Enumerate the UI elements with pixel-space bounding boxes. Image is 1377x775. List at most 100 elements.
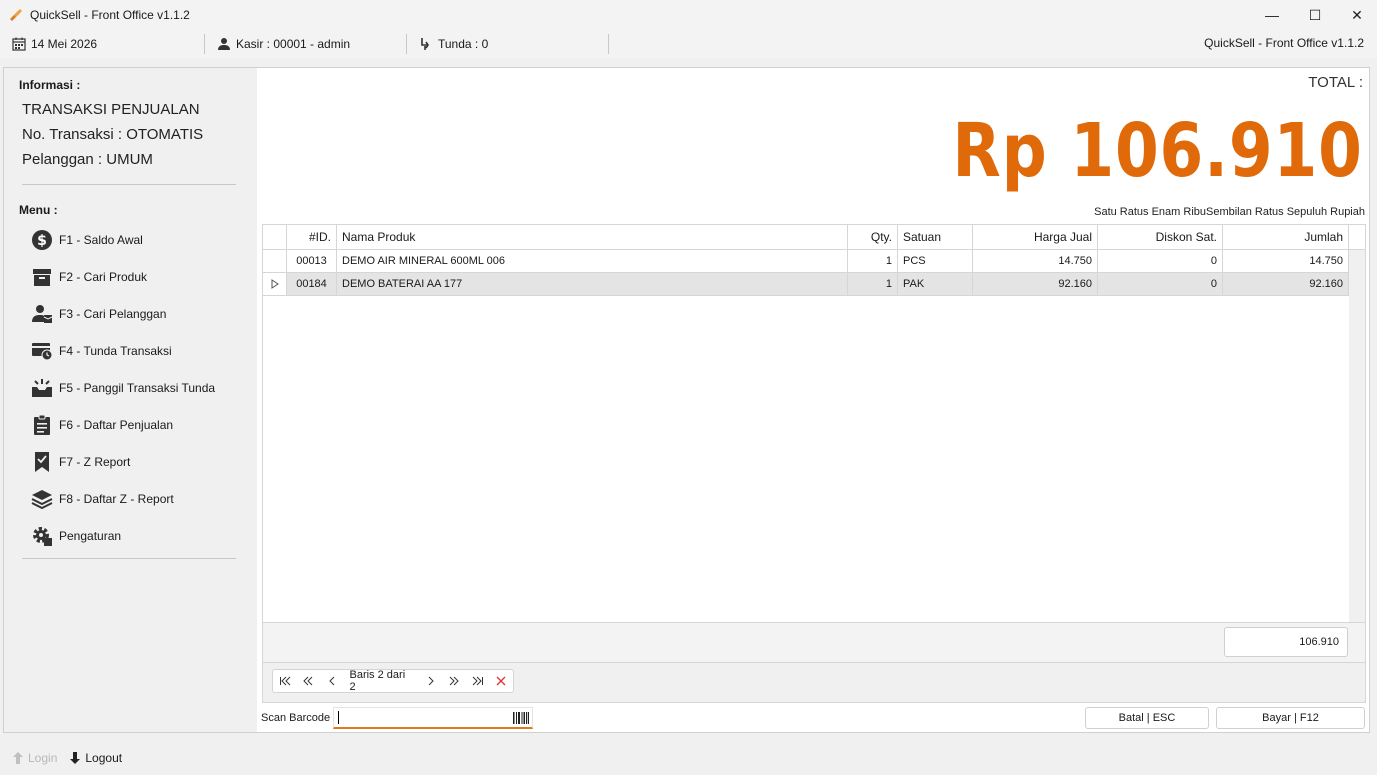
svg-text:$: $ — [37, 233, 47, 249]
cell-harga-jual: 14.750 — [973, 250, 1098, 272]
dollar-circle-icon: $ — [30, 228, 54, 252]
cell-diskon[interactable]: 0 — [1098, 273, 1223, 295]
app-logo-icon — [10, 9, 22, 21]
header-harga-jual[interactable]: Harga Jual — [973, 225, 1098, 249]
barcode-icon[interactable] — [513, 712, 529, 724]
logout-button[interactable]: Logout — [69, 751, 122, 765]
minimize-button[interactable]: — — [1251, 0, 1293, 30]
menu-label-text: F7 - Z Report — [59, 455, 131, 469]
header-id[interactable]: #ID. — [287, 225, 337, 249]
nav-delete-button[interactable] — [489, 670, 513, 692]
menu-daftar-penjualan[interactable]: F6 - Daftar Penjualan — [30, 410, 240, 440]
first-icon — [279, 676, 291, 686]
inbox-recall-icon — [30, 376, 54, 400]
window-title: QuickSell - Front Office v1.1.2 — [30, 8, 190, 22]
cell-diskon[interactable]: 0 — [1098, 250, 1223, 272]
nav-prev-button[interactable] — [320, 670, 344, 692]
menu-label-text: F8 - Daftar Z - Report — [59, 492, 174, 506]
nav-last-button[interactable] — [466, 670, 490, 692]
menu-daftar-z-report[interactable]: F8 - Daftar Z - Report — [30, 484, 240, 514]
total-in-words: Satu Ratus Enam RibuSembilan Ratus Sepul… — [1094, 206, 1365, 218]
user-icon — [218, 38, 230, 50]
cell-satuan: PAK — [898, 273, 973, 295]
header-diskon[interactable]: Diskon Sat. — [1098, 225, 1223, 249]
menu-panggil-transaksi-tunda[interactable]: F5 - Panggil Transaksi Tunda — [30, 373, 240, 403]
cell-satuan: PCS — [898, 250, 973, 272]
menu-saldo-awal[interactable]: $ F1 - Saldo Awal — [30, 225, 240, 255]
customer-name: Pelanggan : UMUM — [22, 151, 153, 168]
cell-qty[interactable]: 1 — [848, 273, 898, 295]
menu-label-text: F1 - Saldo Awal — [59, 233, 143, 247]
info-label: Informasi : — [19, 78, 81, 92]
cell-jumlah: 92.160 — [1223, 273, 1349, 295]
gear-icon — [30, 524, 54, 548]
bottom-bar: Login Logout — [0, 740, 1377, 775]
header-indicator — [263, 225, 287, 249]
sidebar-divider — [22, 558, 236, 559]
kasir-segment: Kasir : 00001 - admin — [205, 34, 407, 54]
menu-label-text: Pengaturan — [59, 529, 122, 543]
kasir-text: Kasir : 00001 - admin — [236, 37, 351, 51]
menu-cari-produk[interactable]: F2 - Cari Produk — [30, 262, 240, 292]
nav-first-button[interactable] — [273, 670, 297, 692]
total-label: TOTAL : — [1308, 74, 1363, 91]
login-button[interactable]: Login — [12, 751, 57, 765]
items-grid[interactable]: #ID. Nama Produk Qty. Satuan Harga Jual … — [262, 224, 1366, 623]
last-icon — [472, 676, 483, 686]
transaction-type: TRANSAKSI PENJUALAN — [22, 101, 200, 118]
menu-z-report[interactable]: F7 - Z Report — [30, 447, 240, 477]
cell-id: 00013 — [287, 250, 337, 272]
date-segment: 14 Mei 2026 — [0, 34, 205, 54]
menu-label-text: F4 - Tunda Transaksi — [59, 344, 172, 358]
double-chevron-right-icon — [449, 676, 459, 686]
tunda-text: Tunda : 0 — [438, 37, 489, 51]
sidebar: Informasi : TRANSAKSI PENJUALAN No. Tran… — [4, 68, 256, 732]
logout-label: Logout — [85, 750, 123, 765]
app-version-text: QuickSell - Front Office v1.1.2 — [1204, 36, 1364, 50]
navigator-position-text: Baris 2 dari 2 — [349, 669, 406, 693]
tunda-segment: Tunda : 0 — [407, 34, 609, 54]
nav-prev-page-button[interactable] — [297, 670, 321, 692]
transaction-number: No. Transaksi : OTOMATIS — [22, 126, 204, 143]
date-text: 14 Mei 2026 — [31, 37, 98, 51]
menu-tunda-transaksi[interactable]: F4 - Tunda Transaksi — [30, 336, 240, 366]
header-scroll-spacer — [1349, 225, 1365, 249]
header-nama-produk[interactable]: Nama Produk — [337, 225, 848, 249]
menu-label-text: F5 - Panggil Transaksi Tunda — [59, 381, 216, 395]
archive-box-icon — [30, 265, 54, 289]
clipboard-list-icon — [30, 413, 54, 437]
nav-next-button[interactable] — [419, 670, 443, 692]
header-qty[interactable]: Qty. — [848, 225, 898, 249]
grid-scrollbar[interactable] — [1349, 250, 1365, 622]
bayar-button[interactable]: Bayar | F12 — [1216, 707, 1365, 729]
scan-barcode-input[interactable] — [333, 707, 533, 729]
sidebar-divider — [22, 184, 236, 185]
table-row[interactable]: 00013 DEMO AIR MINERAL 600ML 006 1 PCS 1… — [263, 250, 1349, 273]
cell-id: 00184 — [287, 273, 337, 295]
double-chevron-left-icon — [303, 676, 313, 686]
calendar-icon — [12, 37, 26, 51]
nav-next-page-button[interactable] — [442, 670, 466, 692]
table-row[interactable]: 00184 DEMO BATERAI AA 177 1 PAK 92.160 0… — [263, 273, 1349, 296]
card-clock-icon — [30, 339, 54, 363]
batal-button[interactable]: Batal | ESC — [1085, 707, 1209, 729]
maximize-button[interactable]: ☐ — [1294, 0, 1336, 30]
scan-barcode-label: Scan Barcode — [261, 712, 331, 724]
title-bar: QuickSell - Front Office v1.1.2 — ☐ ✕ — [0, 0, 1377, 30]
delete-x-icon — [496, 676, 506, 686]
arrow-down-right-icon — [421, 38, 429, 50]
navigator-band: Baris 2 dari 2 — [262, 663, 1366, 703]
menu-label-text: F6 - Daftar Penjualan — [59, 418, 174, 432]
total-value: Rp 106.910 — [952, 108, 1363, 194]
text-caret — [338, 711, 339, 724]
bookmark-check-icon — [30, 450, 54, 474]
menu-label-text: F2 - Cari Produk — [59, 270, 148, 284]
close-button[interactable]: ✕ — [1336, 0, 1377, 30]
chevron-right-icon — [428, 676, 434, 686]
menu-pengaturan[interactable]: Pengaturan — [30, 521, 240, 551]
menu-cari-pelanggan[interactable]: F3 - Cari Pelanggan — [30, 299, 240, 329]
header-satuan[interactable]: Satuan — [898, 225, 973, 249]
footer-total-jumlah: 106.910 — [1224, 627, 1348, 657]
header-jumlah[interactable]: Jumlah — [1223, 225, 1349, 249]
cell-qty[interactable]: 1 — [848, 250, 898, 272]
